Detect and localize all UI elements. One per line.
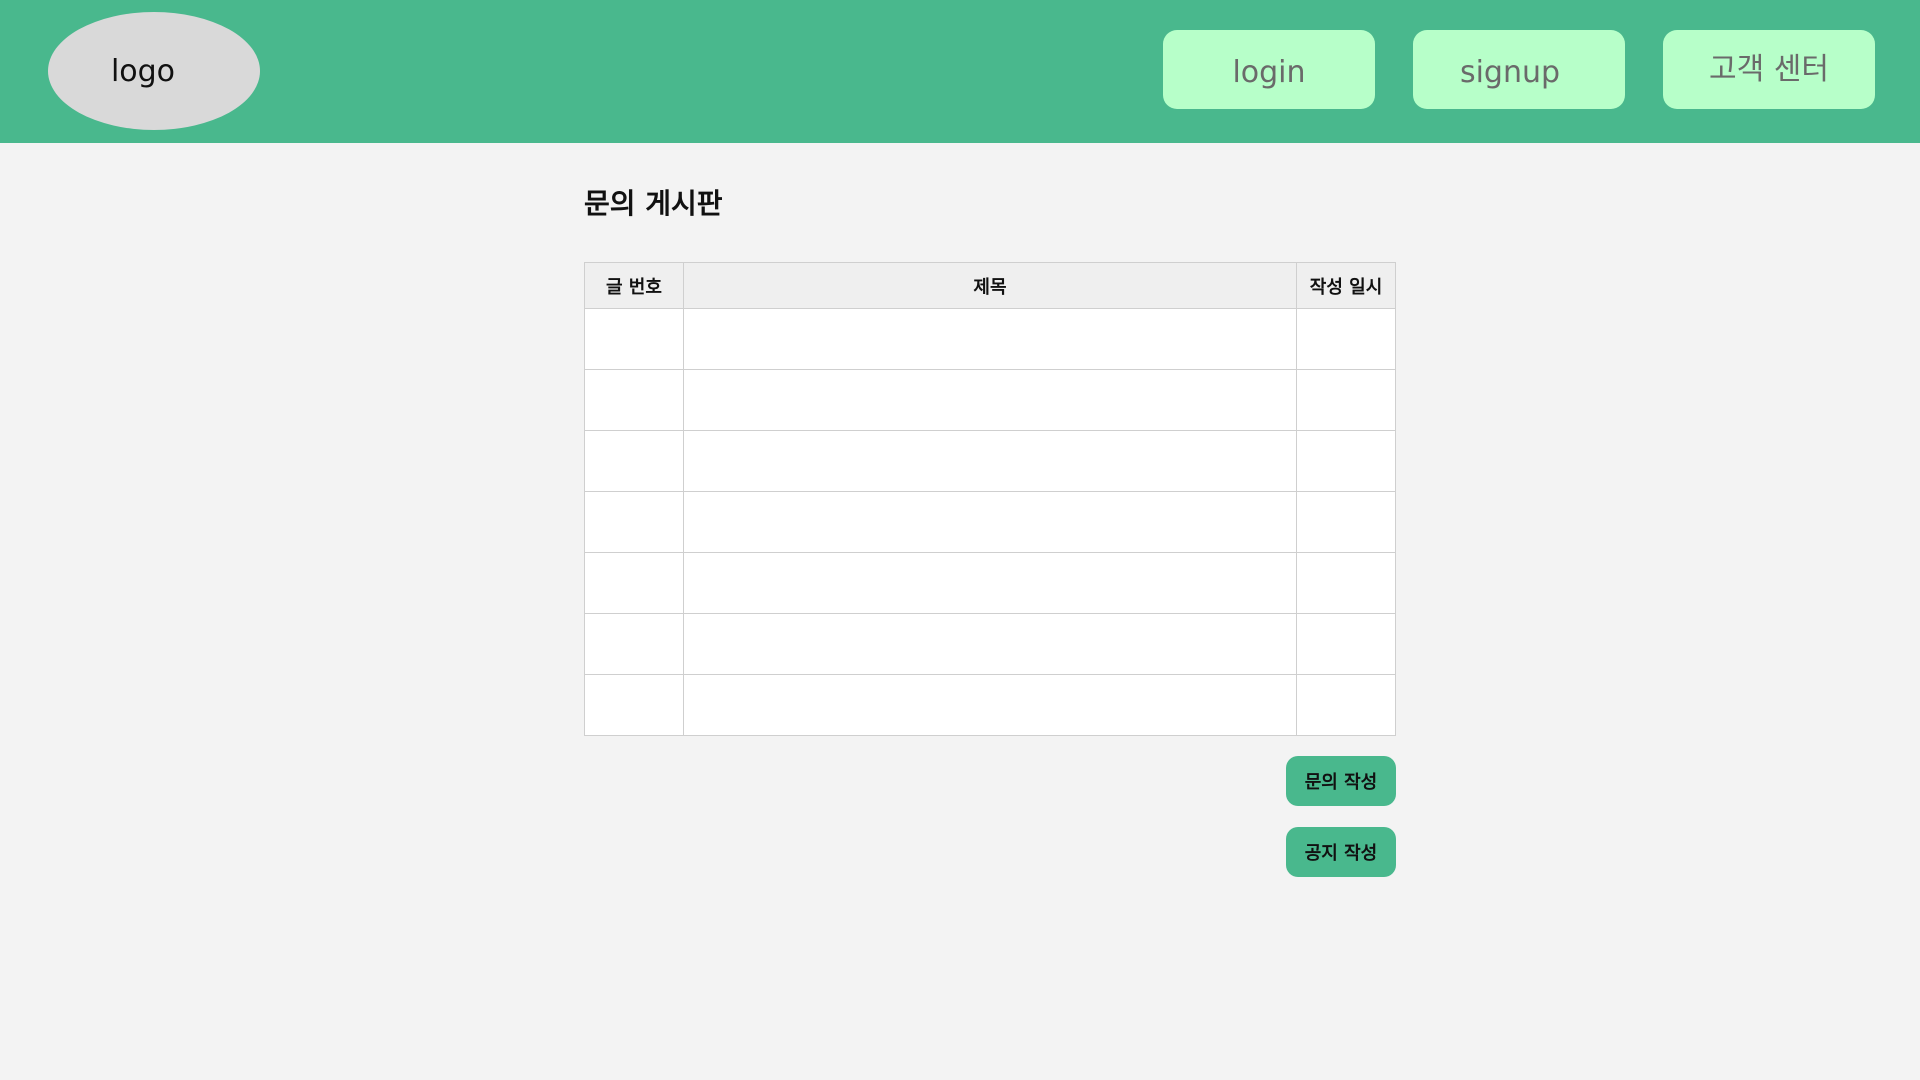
- row-title-cell[interactable]: [682, 308, 1298, 370]
- signup-button[interactable]: signup: [1413, 30, 1625, 109]
- table-row[interactable]: [584, 552, 1396, 614]
- table-row[interactable]: [584, 308, 1396, 370]
- row-number-cell: [584, 430, 684, 492]
- column-header-date: 작성 일시: [1296, 262, 1396, 309]
- row-date-cell: [1296, 552, 1396, 614]
- row-date-cell: [1296, 674, 1396, 736]
- row-number-cell: [584, 369, 684, 431]
- header-bar: logo login signup 고객 센터: [0, 0, 1920, 143]
- inquiry-table: 글 번호 제목 작성 일시: [584, 262, 1396, 736]
- customer-center-button-label: 고객 센터: [1709, 51, 1829, 87]
- row-date-cell: [1296, 491, 1396, 553]
- row-date-cell: [1296, 430, 1396, 492]
- logo-text: logo: [110, 53, 176, 89]
- row-number-cell: [584, 674, 684, 736]
- row-number-cell: [584, 613, 684, 675]
- table-row[interactable]: [584, 491, 1396, 553]
- login-button-label: login: [1232, 55, 1306, 90]
- column-header-number: 글 번호: [584, 262, 684, 309]
- row-number-cell: [584, 552, 684, 614]
- row-date-cell: [1296, 308, 1396, 370]
- table-row[interactable]: [584, 674, 1396, 736]
- row-title-cell[interactable]: [682, 430, 1298, 492]
- write-inquiry-button[interactable]: 문의 작성: [1286, 756, 1396, 806]
- row-date-cell: [1296, 369, 1396, 431]
- login-button[interactable]: login: [1163, 30, 1375, 109]
- page-title: 문의 게시판: [584, 187, 723, 220]
- table-row[interactable]: [584, 430, 1396, 492]
- column-header-title: 제목: [682, 262, 1298, 309]
- customer-center-button[interactable]: 고객 센터: [1663, 30, 1875, 109]
- row-title-cell[interactable]: [682, 613, 1298, 675]
- signup-button-label: signup: [1459, 55, 1561, 90]
- row-title-cell[interactable]: [682, 369, 1298, 431]
- row-date-cell: [1296, 613, 1396, 675]
- logo[interactable]: logo: [48, 12, 260, 130]
- write-notice-button[interactable]: 공지 작성: [1286, 827, 1396, 877]
- row-title-cell[interactable]: [682, 674, 1298, 736]
- row-title-cell[interactable]: [682, 491, 1298, 553]
- table-row[interactable]: [584, 369, 1396, 431]
- table-row[interactable]: [584, 613, 1396, 675]
- row-number-cell: [584, 491, 684, 553]
- row-title-cell[interactable]: [682, 552, 1298, 614]
- row-number-cell: [584, 308, 684, 370]
- table-header-row: 글 번호 제목 작성 일시: [584, 262, 1396, 309]
